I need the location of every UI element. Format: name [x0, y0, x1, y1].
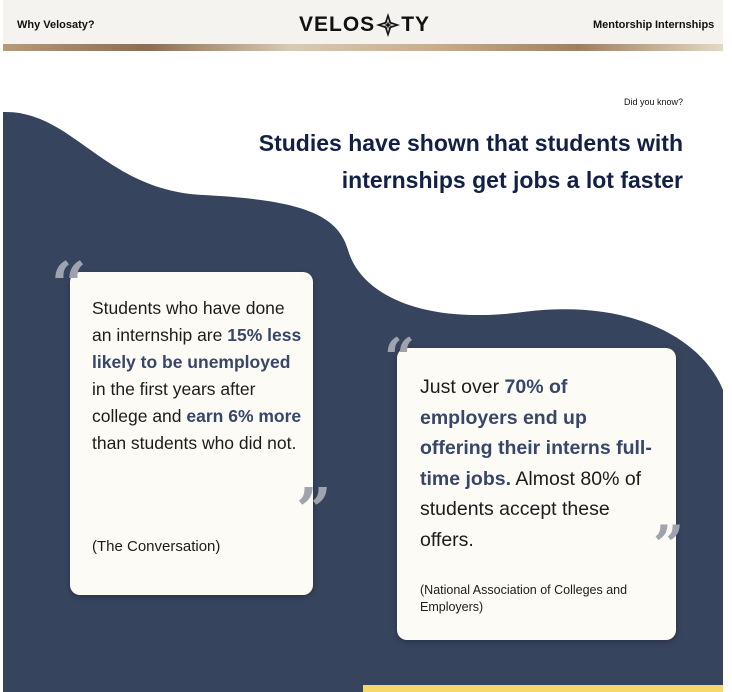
eyebrow-text: Did you know? [623, 97, 683, 107]
accent-bar [363, 685, 723, 692]
open-quote-icon: “ [51, 248, 87, 321]
section-headline: Studies have shown that students with in… [258, 130, 683, 193]
logo-text-left: VELOS [299, 13, 376, 36]
nav-internships[interactable]: Internships [655, 19, 714, 31]
stat-quote-1: Students who have done an internship are… [92, 295, 302, 457]
nav-mentorship[interactable]: Mentorship [593, 19, 652, 31]
quote-1-text-3: than students who did not. [92, 433, 297, 453]
close-quote-icon: ” [653, 513, 685, 577]
nav-why-velosaty[interactable]: Why Velosaty? [17, 19, 95, 31]
stat-source-1: (The Conversation) [92, 538, 221, 555]
stat-card-1: Students who have done an internship are… [70, 272, 313, 595]
open-quote-icon: “ [384, 326, 416, 390]
quote-1-highlight-2: earn 6% more [186, 406, 302, 426]
star-icon [376, 13, 401, 37]
quote-2-text-1: Just over [420, 376, 505, 398]
top-navbar: Why Velosaty? VELOS TY Mentorship Intern… [3, 0, 723, 44]
stat-source-2: (National Association of Colleges and Em… [420, 583, 628, 614]
velosaty-logo[interactable]: VELOS TY [299, 12, 430, 38]
stat-card-2: Just over 70% of employers end up offeri… [397, 348, 676, 640]
logo-text-right: TY [401, 13, 431, 36]
page: Why Velosaty? VELOS TY Mentorship Intern… [3, 0, 723, 692]
stat-quote-2: Just over 70% of employers end up offeri… [420, 372, 660, 555]
hero-image-strip [3, 44, 723, 51]
close-quote-icon: ” [296, 474, 332, 547]
